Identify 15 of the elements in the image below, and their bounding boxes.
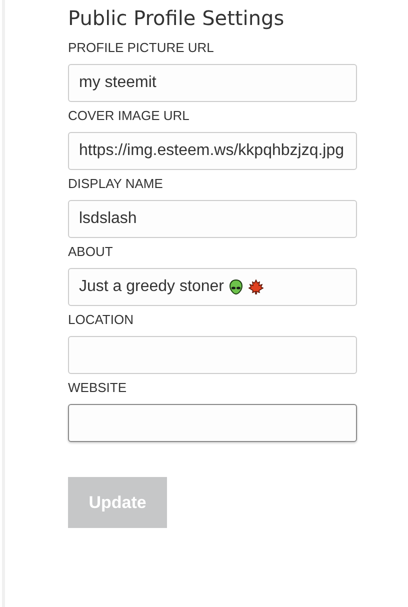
field-label: ABOUT	[68, 244, 114, 260]
input-field[interactable]: https://img.esteem.ws/kkpqhbzjzq.jpg	[68, 132, 357, 170]
input-field[interactable]: my steemit	[68, 64, 357, 102]
maple-leaf-icon	[248, 279, 264, 295]
field-label: LOCATION	[68, 312, 134, 328]
field-label: WEBSITE	[68, 380, 128, 396]
field-label: DISPLAY NAME	[68, 176, 164, 192]
input-field[interactable]	[68, 404, 357, 442]
page-title: Public Profile Settings	[68, 5, 286, 32]
input-field[interactable]: lsdslash	[68, 200, 357, 238]
input-field[interactable]: Just a greedy stoner	[68, 268, 357, 306]
field-label: COVER IMAGE URL	[68, 108, 190, 124]
alien-icon	[228, 279, 244, 295]
field-label: PROFILE PICTURE URL	[68, 40, 215, 56]
input-field[interactable]	[68, 336, 357, 374]
